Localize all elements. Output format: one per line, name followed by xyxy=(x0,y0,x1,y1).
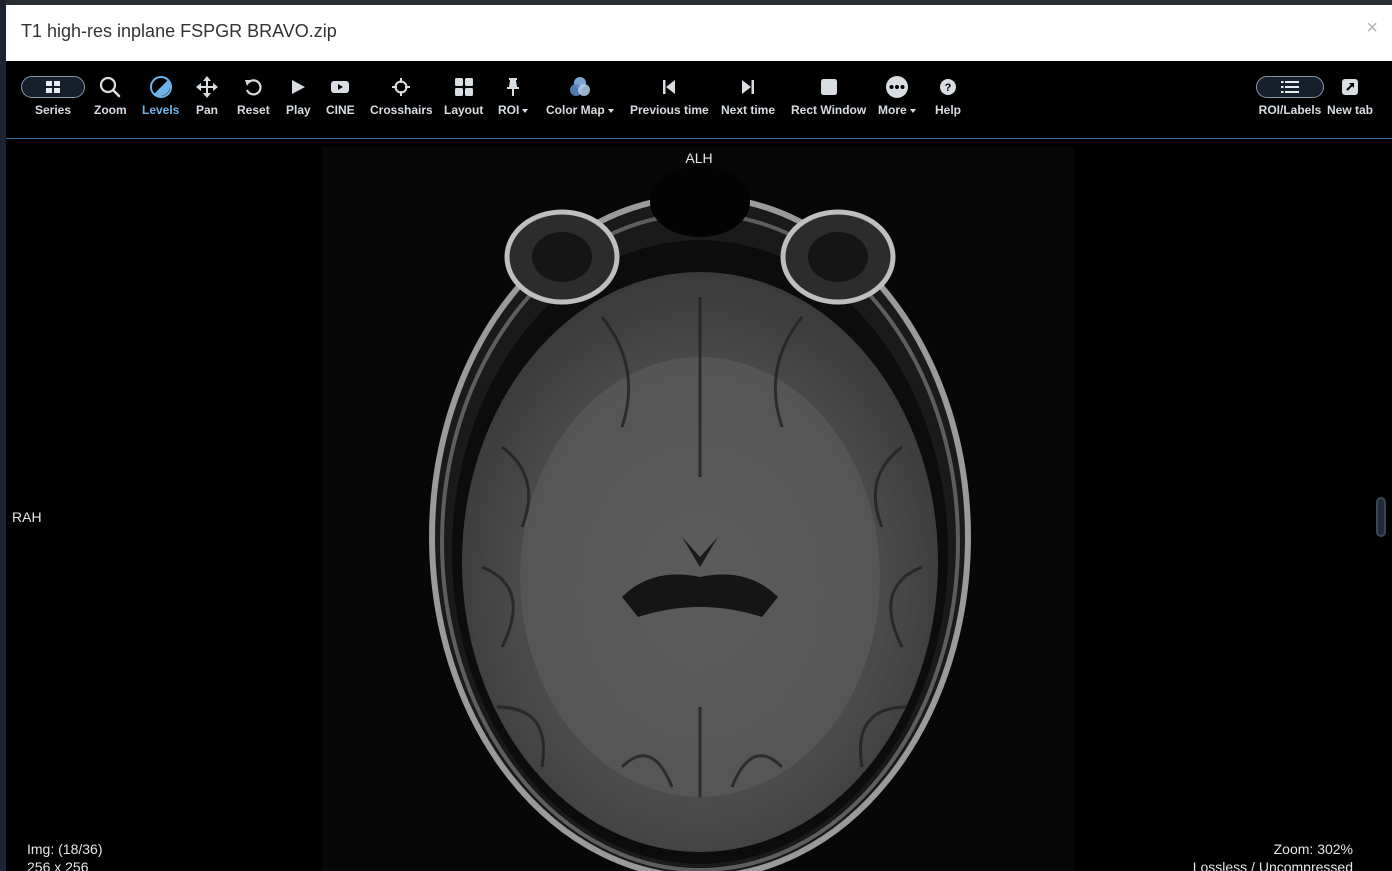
external-link-icon xyxy=(1341,75,1359,99)
pan-label: Pan xyxy=(196,103,219,117)
new-tab-button[interactable]: New tab xyxy=(1327,75,1373,117)
crosshairs-button[interactable]: Crosshairs xyxy=(370,75,433,117)
pin-icon xyxy=(506,75,520,99)
rect-window-label: Rect Window xyxy=(791,103,867,117)
new-tab-label: New tab xyxy=(1327,103,1374,117)
step-backward-icon xyxy=(661,75,677,99)
viewer-modal: T1 high-res inplane FSPGR BRAVO.zip × Se… xyxy=(6,5,1392,871)
image-index-label: Img: (18/36) xyxy=(27,841,103,857)
square-icon xyxy=(820,75,838,99)
slice-scrollbar-thumb[interactable] xyxy=(1376,497,1386,537)
pan-button[interactable]: Pan xyxy=(196,75,218,117)
reset-button[interactable]: Reset xyxy=(237,75,270,117)
color-map-label: Color Map xyxy=(546,103,605,117)
roi-labels-button[interactable]: ROI/Labels xyxy=(1256,75,1324,117)
image-viewport[interactable]: ALH RAH Img: (18/36) 256 x 256 Zoom: 302… xyxy=(6,139,1392,871)
move-arrows-icon xyxy=(196,75,218,99)
close-button[interactable]: × xyxy=(1366,18,1378,38)
reset-label: Reset xyxy=(237,103,270,117)
layout-label: Layout xyxy=(444,103,484,117)
roi-dropdown[interactable]: ROI xyxy=(498,75,529,117)
series-label: Series xyxy=(34,103,72,117)
matrix-size-label: 256 x 256 xyxy=(27,859,89,871)
layout-grid-icon xyxy=(454,75,473,99)
roi-label: ROI xyxy=(498,103,520,117)
play-label: Play xyxy=(286,103,311,117)
zoom-button[interactable]: Zoom xyxy=(94,75,127,117)
chevron-down-icon xyxy=(909,108,916,113)
contrast-circle-icon xyxy=(149,75,173,99)
magnifier-icon xyxy=(99,75,121,99)
orientation-left-label: RAH xyxy=(12,509,42,525)
cine-button[interactable]: CINE xyxy=(326,75,355,117)
previous-time-button[interactable]: Previous time xyxy=(630,75,709,117)
brain-slice-image xyxy=(429,167,971,871)
zoom-level-label: Zoom: 302% xyxy=(1273,841,1353,857)
palette-icon xyxy=(569,75,591,99)
chevron-down-icon xyxy=(522,108,529,113)
rotate-icon xyxy=(243,75,263,99)
play-icon xyxy=(289,75,307,99)
zoom-label: Zoom xyxy=(94,103,127,117)
video-icon xyxy=(330,75,350,99)
series-button[interactable]: Series xyxy=(21,75,85,117)
modal-title: T1 high-res inplane FSPGR BRAVO.zip xyxy=(21,21,337,41)
next-time-button[interactable]: Next time xyxy=(721,75,775,117)
cine-label: CINE xyxy=(326,103,355,117)
crosshairs-label: Crosshairs xyxy=(370,103,433,117)
svg-text:?: ? xyxy=(945,82,952,94)
orientation-top-label: ALH xyxy=(685,150,713,166)
list-icon xyxy=(1256,76,1324,98)
next-time-label: Next time xyxy=(721,103,776,117)
chevron-down-icon xyxy=(607,108,614,113)
help-button[interactable]: ? Help xyxy=(935,75,961,117)
rect-window-button[interactable]: Rect Window xyxy=(791,75,866,117)
modal-header: T1 high-res inplane FSPGR BRAVO.zip × xyxy=(6,5,1392,61)
crosshairs-icon xyxy=(391,75,411,99)
levels-label: Levels xyxy=(142,103,180,117)
viewer-toolbar: Series Zoom Levels Pan Reset Play CINE C… xyxy=(6,61,1392,139)
more-label: More xyxy=(878,103,907,117)
help-label: Help xyxy=(935,103,962,117)
ellipsis-circle-icon xyxy=(885,75,909,99)
roi-labels-label: ROI/Labels xyxy=(1258,103,1322,117)
step-forward-icon xyxy=(740,75,756,99)
more-dropdown[interactable]: More xyxy=(878,75,916,117)
previous-time-label: Previous time xyxy=(630,103,709,117)
compression-label: Lossless / Uncompressed xyxy=(1192,859,1353,871)
color-map-dropdown[interactable]: Color Map xyxy=(546,75,614,117)
layout-button[interactable]: Layout xyxy=(444,75,483,117)
grid-icon xyxy=(21,76,85,98)
levels-button[interactable]: Levels xyxy=(142,75,179,117)
mri-image[interactable] xyxy=(322,147,1074,871)
question-circle-icon: ? xyxy=(939,75,957,99)
play-button[interactable]: Play xyxy=(286,75,311,117)
